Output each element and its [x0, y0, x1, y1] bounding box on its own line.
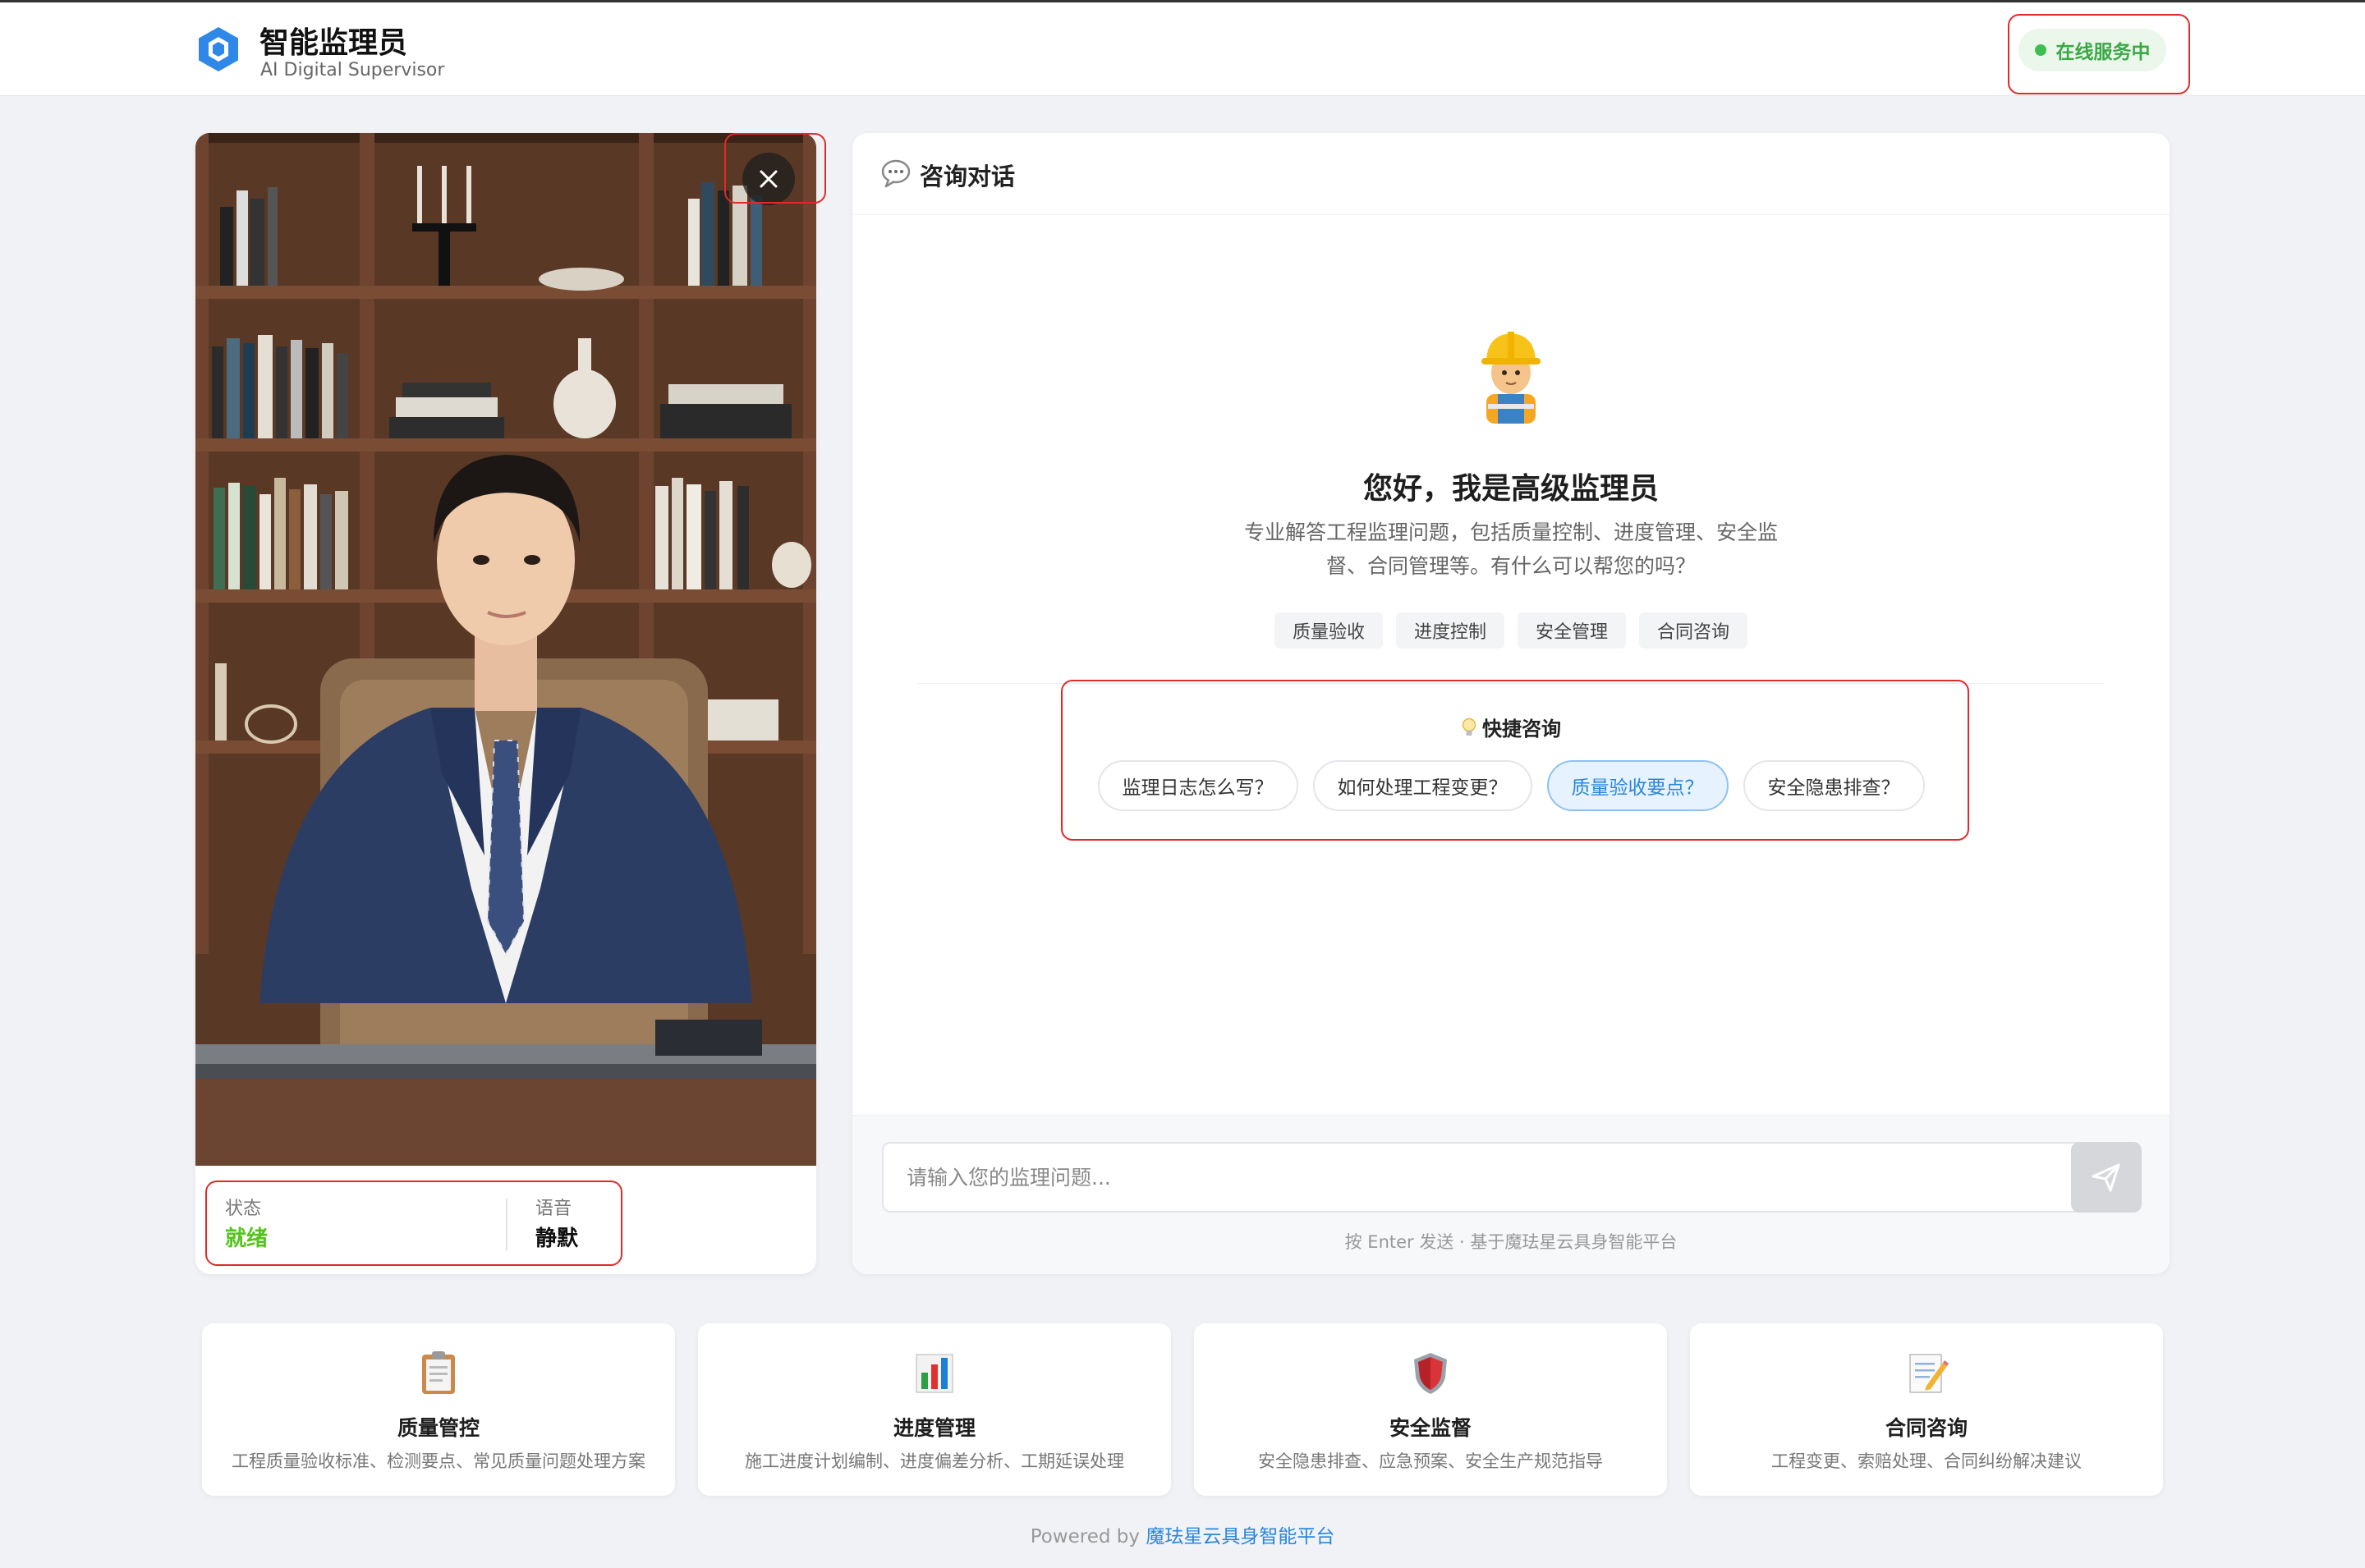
quick-question-button[interactable]: 安全隐患排查？ — [1743, 760, 1925, 811]
card-description: 施工进度计划编制、进度偏差分析、工期延误处理 — [745, 1451, 1124, 1471]
quick-consult-title: 快捷咨询 — [1482, 718, 1561, 740]
chat-title: 咨询对话 — [920, 163, 1016, 190]
quick-question-button[interactable]: 监理日志怎么写？ — [1097, 760, 1298, 811]
online-dot-icon — [2034, 44, 2046, 56]
topic-tag-list: 质量验收 进度控制 安全管理 合同咨询 — [852, 612, 2170, 649]
greeting-description: 专业解答工程监理问题，包括质量控制、进度管理、安全监督、合同管理等。有什么可以帮… — [1243, 520, 1778, 578]
feature-card-safety[interactable]: 安全监督 安全隐患排查、应急预案、安全生产规范指导 — [1194, 1323, 1667, 1496]
quick-question-button[interactable]: 质量验收要点？ — [1546, 760, 1729, 811]
input-hint: 按 Enter 发送 · 基于魔珐星云具身智能平台 — [1344, 1232, 1678, 1252]
online-status-text: 在线服务中 — [2055, 42, 2151, 63]
chat-panel: 咨询对话 您好，我是高级监理员 专业解答工程监理问题，包括质量控制、进度管理、安… — [852, 133, 2170, 1274]
close-avatar-button[interactable] — [742, 153, 795, 205]
card-description: 工程变更、索赔处理、合同纠纷解决建议 — [1771, 1451, 2082, 1471]
greeting-title: 您好，我是高级监理员 — [1362, 472, 1659, 506]
hexagon-logo-icon — [199, 27, 238, 71]
bar-chart-icon — [916, 1354, 953, 1393]
status-divider — [506, 1199, 507, 1251]
app-subtitle: AI Digital Supervisor — [260, 60, 445, 80]
topic-tag: 安全管理 — [1518, 612, 1627, 649]
section-divider — [918, 683, 2104, 684]
chat-input-area: 按 Enter 发送 · 基于魔珐星云具身智能平台 — [852, 1115, 2170, 1274]
shield-icon — [1414, 1353, 1447, 1394]
clipboard-icon — [422, 1351, 455, 1394]
card-title: 安全监督 — [1389, 1416, 1472, 1440]
avatar-panel — [195, 133, 816, 1274]
platform-link[interactable]: 魔珐星云具身智能平台 — [1146, 1526, 1334, 1547]
question-input[interactable] — [882, 1142, 2083, 1213]
card-description: 工程质量验收标准、检测要点、常见质量问题处理方案 — [232, 1451, 645, 1471]
send-icon — [2092, 1163, 2120, 1192]
online-status-badge: 在线服务中 — [2018, 29, 2166, 71]
state-value: 就绪 — [225, 1226, 269, 1251]
digital-human-avatar — [195, 133, 816, 1166]
page-footer: Powered by 魔珐星云具身智能平台 — [0, 1520, 2365, 1548]
footer-prefix: Powered by — [1030, 1526, 1140, 1547]
card-title: 进度管理 — [893, 1416, 976, 1440]
close-icon — [760, 170, 778, 188]
feature-card-quality[interactable]: 质量管控 工程质量验收标准、检测要点、常见质量问题处理方案 — [202, 1323, 675, 1496]
avatar-status-bar: 状态 就绪 语音 静默 — [195, 1166, 816, 1274]
voice-label: 语音 — [535, 1199, 572, 1219]
construction-worker-icon — [1481, 332, 1541, 424]
quick-question-list: 监理日志怎么写？ 如何处理工程变更？ 质量验收要点？ 安全隐患排查？ — [852, 760, 2170, 811]
topic-tag: 进度控制 — [1395, 612, 1504, 649]
lightbulb-icon — [1462, 718, 1476, 736]
speech-bubble-icon — [881, 159, 911, 188]
quick-consult-heading: 快捷咨询 — [852, 713, 2170, 741]
card-description: 安全隐患排查、应急预案、安全生产规范指导 — [1258, 1451, 1603, 1471]
feature-card-contract[interactable]: 合同咨询 工程变更、索赔处理、合同纠纷解决建议 — [1690, 1323, 2163, 1496]
memo-icon — [1909, 1354, 1949, 1393]
topic-tag: 合同咨询 — [1639, 612, 1748, 649]
voice-value: 静默 — [535, 1226, 579, 1251]
app-title: 智能监理员 — [259, 26, 408, 60]
chat-header: 咨询对话 — [852, 133, 2170, 215]
app-header: 智能监理员 AI Digital Supervisor 在线服务中 — [0, 2, 2365, 96]
topic-tag: 质量验收 — [1274, 612, 1383, 649]
card-title: 质量管控 — [397, 1416, 480, 1440]
send-button[interactable] — [2071, 1142, 2142, 1213]
quick-question-button[interactable]: 如何处理工程变更？ — [1312, 760, 1532, 811]
state-label: 状态 — [225, 1199, 262, 1219]
feature-card-progress[interactable]: 进度管理 施工进度计划编制、进度偏差分析、工期延误处理 — [698, 1323, 1171, 1496]
card-title: 合同咨询 — [1885, 1416, 1968, 1440]
